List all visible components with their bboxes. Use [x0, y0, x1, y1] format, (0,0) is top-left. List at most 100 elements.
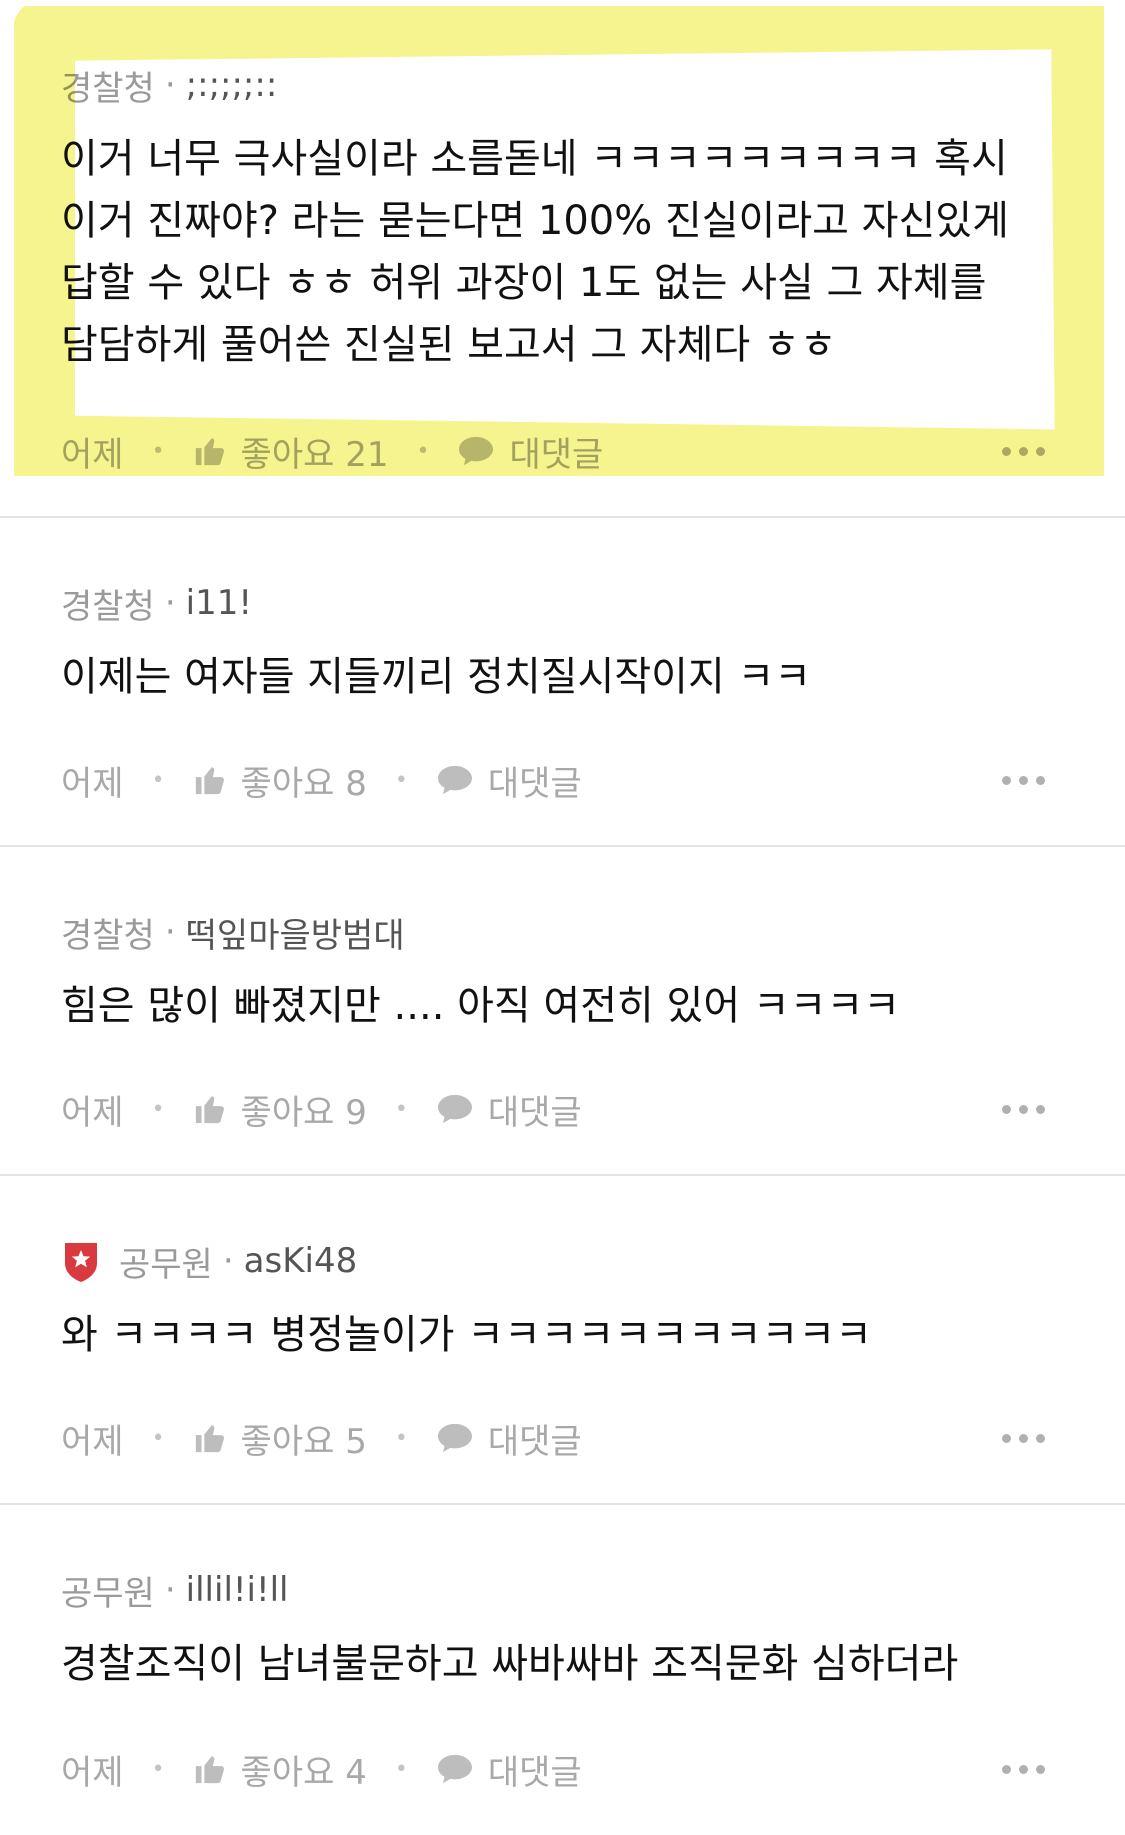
star-shield-badge-icon [65, 1243, 97, 1282]
like-button[interactable]: 좋아요 4 [193, 1745, 367, 1794]
like-count-label: 좋아요 4 [240, 1752, 367, 1793]
reply-button[interactable]: 대댓글 [457, 427, 603, 476]
more-dot [1002, 1764, 1011, 1774]
comment-actions: 어제 • 좋아요 4 • 대댓글 [61, 1744, 1125, 1794]
comment-actions: 어제 • 좋아요 8 • 대댓글 [61, 755, 1125, 805]
comment-item: 공무원 · asKi48 와 ㅋㅋㅋㅋ 병정놀이가 ㅋㅋㅋㅋㅋㅋㅋㅋㅋㅋㅋ 어제… [0, 1176, 1125, 1505]
thumbs-up-icon [195, 1425, 224, 1453]
separator-dot: • [394, 1756, 408, 1782]
comment-time: 어제 [61, 434, 124, 475]
comment-author[interactable]: 경찰청 · 떡잎마을방범대 [61, 907, 405, 957]
like-count-label: 좋아요 9 [240, 1092, 367, 1133]
author-nickname: ;:;;;;:: [185, 65, 278, 105]
author-nickname: 떡잎마을방범대 [185, 915, 405, 956]
separator-dot: • [151, 1425, 165, 1451]
reply-label: 대댓글 [487, 1092, 582, 1133]
comment-time: 어제 [61, 1421, 124, 1462]
like-button[interactable]: 좋아요 21 [193, 427, 389, 476]
comment-text: 와 ㅋㅋㅋㅋ 병정놀이가 ㅋㅋㅋㅋㅋㅋㅋㅋㅋㅋㅋ [61, 1312, 872, 1358]
separator-dot: · [164, 65, 176, 105]
more-dot [1002, 1433, 1011, 1443]
separator-dot: • [151, 767, 165, 793]
separator-dot: · [164, 583, 176, 623]
more-options-button[interactable] [1002, 1744, 1045, 1794]
comment-actions: 어제 • 좋아요 9 • 대댓글 [61, 1084, 1125, 1134]
like-button[interactable]: 좋아요 9 [193, 1085, 367, 1134]
comment-item: 경찰청 · i11! 이제는 여자들 지들끼리 정치질시작이지 ㅋㅋ 어제 • … [0, 518, 1125, 847]
author-group: 경찰청 [61, 915, 155, 956]
separator-dot: • [394, 767, 408, 793]
like-button[interactable]: 좋아요 5 [193, 1414, 367, 1463]
separator-dot: • [394, 1096, 408, 1122]
comment-list: 경찰청 · ;:;;;;:: 이거 너무 극사실이라 소름돋네 ㅋㅋㅋㅋㅋㅋㅋㅋ… [0, 0, 1125, 1834]
more-dot [1019, 1764, 1028, 1774]
more-options-button[interactable] [1002, 1413, 1045, 1463]
comment-author[interactable]: 공무원 · illil!i!ll [61, 1565, 289, 1615]
like-button[interactable]: 좋아요 8 [193, 756, 367, 805]
comment-text: 경찰조직이 남녀불문하고 싸바싸바 조직문화 심하더라 [61, 1641, 959, 1687]
comment-item: 공무원 · illil!i!ll 경찰조직이 남녀불문하고 싸바싸바 조직문화 … [0, 1505, 1125, 1834]
reply-label: 대댓글 [487, 763, 582, 804]
like-count-label: 좋아요 21 [240, 434, 389, 475]
more-dot [1036, 1433, 1045, 1443]
comment-item: 경찰청 · 떡잎마을방범대 힘은 많이 빠졌지만 .... 아직 여전히 있어 … [0, 847, 1125, 1176]
thumbs-up-icon [195, 767, 224, 795]
comment-item: 경찰청 · ;:;;;;:: 이거 너무 극사실이라 소름돋네 ㅋㅋㅋㅋㅋㅋㅋㅋ… [0, 0, 1125, 518]
reply-button[interactable]: 대댓글 [436, 1745, 582, 1794]
more-dot [1002, 1104, 1011, 1114]
comment-time: 어제 [61, 1752, 124, 1793]
reply-label: 대댓글 [487, 1421, 582, 1462]
more-options-button[interactable] [1002, 755, 1045, 805]
separator-dot: • [151, 438, 165, 464]
reply-button[interactable]: 대댓글 [436, 1414, 582, 1463]
speech-bubble-icon [437, 1754, 472, 1784]
comment-time: 어제 [61, 1092, 124, 1133]
separator-dot: • [151, 1096, 165, 1122]
speech-bubble-icon [437, 1423, 472, 1453]
comment-time: 어제 [61, 763, 124, 804]
separator-dot: • [416, 438, 430, 464]
thumbs-up-icon [195, 1096, 224, 1124]
separator-dot: · [164, 912, 176, 952]
separator-dot: • [394, 1425, 408, 1451]
more-dot [1036, 1104, 1045, 1114]
thumbs-up-icon [195, 438, 224, 466]
comment-author[interactable]: 경찰청 · i11! [61, 578, 252, 628]
comment-author[interactable]: 공무원 · asKi48 [61, 1236, 357, 1286]
author-nickname: asKi48 [243, 1241, 358, 1281]
author-group: 경찰청 [61, 586, 155, 627]
more-dot [1019, 1433, 1028, 1443]
more-dot [1036, 446, 1045, 456]
more-dot [1036, 1764, 1045, 1774]
reply-label: 대댓글 [487, 1752, 582, 1793]
reply-button[interactable]: 대댓글 [436, 756, 582, 805]
comment-text: 이거 너무 극사실이라 소름돋네 ㅋㅋㅋㅋㅋㅋㅋㅋㅋ 혹시 이거 진짜야? 라는… [61, 136, 1022, 368]
comment-text: 힘은 많이 빠졌지만 .... 아직 여전히 있어 ㅋㅋㅋㅋ [61, 983, 901, 1029]
more-dot [1019, 446, 1028, 456]
separator-dot: · [164, 1570, 176, 1610]
author-group: 경찰청 [61, 68, 155, 109]
speech-bubble-icon [437, 765, 472, 795]
author-nickname: illil!i!ll [185, 1570, 289, 1610]
author-group: 공무원 [119, 1244, 213, 1285]
author-nickname: i11! [185, 583, 252, 623]
more-dot [1019, 775, 1028, 785]
thumbs-up-icon [195, 1756, 224, 1784]
more-options-button[interactable] [1002, 426, 1045, 476]
separator-dot: · [222, 1241, 234, 1281]
reply-label: 대댓글 [509, 434, 604, 475]
more-dot [1036, 775, 1045, 785]
separator-dot: • [151, 1756, 165, 1782]
speech-bubble-icon [437, 1094, 472, 1124]
more-dot [1019, 1104, 1028, 1114]
more-options-button[interactable] [1002, 1084, 1045, 1134]
author-group: 공무원 [61, 1573, 155, 1614]
more-dot [1002, 446, 1011, 456]
like-count-label: 좋아요 8 [240, 763, 367, 804]
reply-button[interactable]: 대댓글 [436, 1085, 582, 1134]
comment-actions: 어제 • 좋아요 5 • 대댓글 [61, 1413, 1125, 1463]
comment-text: 이제는 여자들 지들끼리 정치질시작이지 ㅋㅋ [61, 654, 812, 700]
more-dot [1002, 775, 1011, 785]
like-count-label: 좋아요 5 [240, 1421, 367, 1462]
comment-author[interactable]: 경찰청 · ;:;;;;:: [61, 60, 277, 110]
